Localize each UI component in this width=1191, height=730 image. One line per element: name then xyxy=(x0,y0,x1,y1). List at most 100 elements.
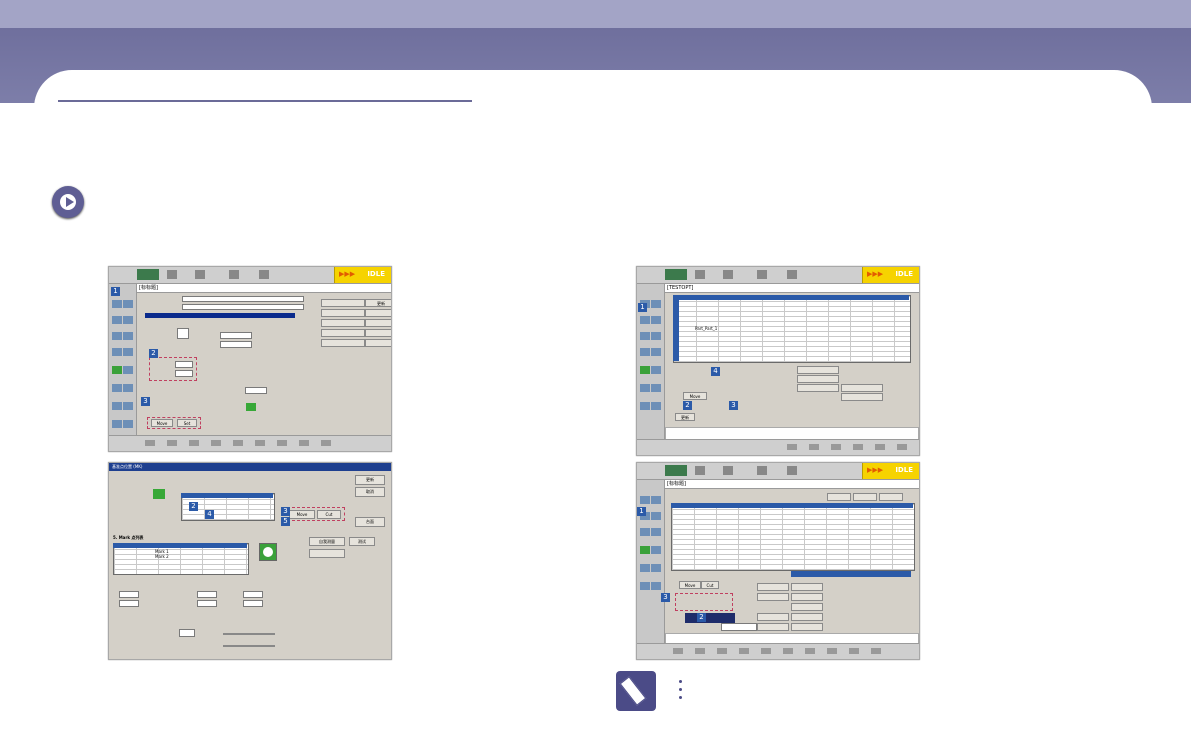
arrows-icon: ▶▶▶ xyxy=(339,270,356,278)
cut-button[interactable]: Cut xyxy=(317,510,341,519)
system-settings-icon[interactable] xyxy=(259,270,269,279)
production-icon[interactable] xyxy=(167,270,177,279)
apply-icon[interactable] xyxy=(723,270,733,279)
option-button-1[interactable] xyxy=(757,583,789,591)
offset-x-field[interactable] xyxy=(175,361,193,368)
action-button-3[interactable] xyxy=(797,384,839,392)
device-icon[interactable] xyxy=(757,466,767,475)
option-button-5[interactable] xyxy=(791,603,823,611)
system-settings-icon[interactable] xyxy=(787,270,797,279)
badge-3: 3 xyxy=(661,593,670,602)
update-button[interactable]: 更新 xyxy=(675,413,695,421)
vision-table xyxy=(671,503,915,571)
title-underline xyxy=(58,100,472,102)
bottom-toolbar xyxy=(637,439,919,455)
y-field[interactable] xyxy=(220,341,252,348)
offset-y-field[interactable] xyxy=(175,370,193,377)
production-icon[interactable] xyxy=(695,466,705,475)
bottom-toolbar xyxy=(637,643,919,659)
right-button-6[interactable] xyxy=(321,329,365,337)
badge-4: 4 xyxy=(205,510,214,519)
side-tools xyxy=(109,284,137,435)
screen-header: [标标题] xyxy=(665,480,919,489)
path-field[interactable] xyxy=(182,304,304,310)
system-settings-icon[interactable] xyxy=(787,466,797,475)
app-toolbar: ▶▶▶ IDLE xyxy=(637,267,919,284)
apply-icon[interactable] xyxy=(195,270,205,279)
badge-1: 1 xyxy=(638,303,647,312)
top-button-2[interactable] xyxy=(853,493,877,501)
right-button-9[interactable] xyxy=(365,339,391,347)
device-icon[interactable] xyxy=(757,270,767,279)
x-field[interactable] xyxy=(220,332,252,339)
badge-2: 2 xyxy=(189,502,198,511)
action-button-5[interactable] xyxy=(841,393,883,401)
threshold-field[interactable] xyxy=(179,629,195,637)
mark-row-2[interactable]: Mark 2 xyxy=(155,554,169,559)
right-button-3[interactable] xyxy=(365,309,391,317)
action-button-2[interactable] xyxy=(797,375,839,383)
badge-3: 3 xyxy=(729,401,738,410)
right-button-5[interactable] xyxy=(365,319,391,327)
x-field[interactable] xyxy=(197,591,217,598)
size-x-field[interactable] xyxy=(119,591,139,598)
idle-label: IDLE xyxy=(367,270,385,278)
pcb-edit-icon[interactable] xyxy=(665,269,687,280)
option-button-3[interactable] xyxy=(757,593,789,601)
action-button-1[interactable] xyxy=(797,366,839,374)
move-button[interactable]: Move xyxy=(679,581,701,589)
value-field[interactable] xyxy=(721,623,757,631)
test-button[interactable]: 测试 xyxy=(349,537,375,546)
cut-button[interactable]: Cut xyxy=(701,581,719,589)
option-button-6[interactable] xyxy=(757,613,789,621)
arrows-icon: ▶▶▶ xyxy=(867,270,884,278)
option-button-8[interactable] xyxy=(757,623,789,631)
top-button-1[interactable] xyxy=(827,493,851,501)
update-button[interactable]: 更新 xyxy=(365,299,391,307)
right-button-4[interactable] xyxy=(321,319,365,327)
device-icon[interactable] xyxy=(229,270,239,279)
top-button-3[interactable] xyxy=(879,493,903,501)
idle-status: ▶▶▶ IDLE xyxy=(862,267,919,283)
width-y-field[interactable] xyxy=(243,600,263,607)
right-button-2[interactable] xyxy=(321,309,365,317)
production-icon[interactable] xyxy=(695,270,705,279)
dialog-update-button[interactable]: 更新 xyxy=(355,475,385,485)
note-bullets xyxy=(679,680,682,704)
y-field[interactable] xyxy=(197,600,217,607)
move-button[interactable]: Move xyxy=(289,510,315,519)
pcb-edit-icon[interactable] xyxy=(665,465,687,476)
self-measure-button[interactable]: 自我测量 xyxy=(309,537,345,546)
option-button-9[interactable] xyxy=(791,623,823,631)
badge-1: 1 xyxy=(111,287,120,296)
move-button[interactable]: Move xyxy=(683,392,707,400)
right-button-7[interactable] xyxy=(365,329,391,337)
shape-preview xyxy=(177,328,189,339)
pencil-note-icon xyxy=(616,671,656,711)
light-slider-2[interactable] xyxy=(223,645,275,647)
top-bar xyxy=(0,0,1191,28)
set-button[interactable]: Set xyxy=(177,419,197,427)
apply-icon[interactable] xyxy=(723,466,733,475)
value-field[interactable] xyxy=(245,387,267,394)
badge-5: 5 xyxy=(281,517,290,526)
action-button-4[interactable] xyxy=(841,384,883,392)
option-button-2[interactable] xyxy=(791,583,823,591)
table-button[interactable]: 台面 xyxy=(355,517,385,527)
light-slider[interactable] xyxy=(223,633,275,635)
move-button[interactable]: Move xyxy=(151,419,173,427)
play-circle-icon[interactable] xyxy=(52,186,84,218)
dialog-button[interactable] xyxy=(309,549,345,558)
right-button-1[interactable] xyxy=(321,299,365,307)
option-button-4[interactable] xyxy=(791,593,823,601)
size-y-field[interactable] xyxy=(119,600,139,607)
option-button-7[interactable] xyxy=(791,613,823,621)
pcb-edit-icon[interactable] xyxy=(137,269,159,280)
name-field[interactable] xyxy=(182,296,304,302)
right-button-8[interactable] xyxy=(321,339,365,347)
screen-header: [标标题] xyxy=(137,284,391,293)
mark-panel: Move Set 更新 xyxy=(137,293,391,451)
dialog-cancel-button[interactable]: 取消 xyxy=(355,487,385,497)
width-x-field[interactable] xyxy=(243,591,263,598)
part-row-label[interactable]: Part_Part_1 xyxy=(695,326,717,331)
